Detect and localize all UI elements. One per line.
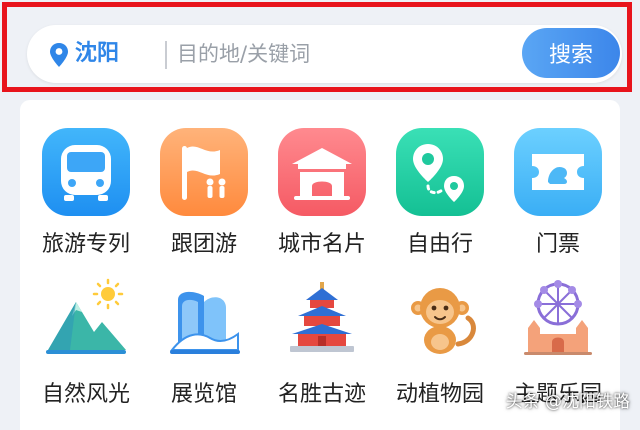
exhibition-building-icon	[169, 291, 240, 354]
route-pin-icon	[396, 128, 484, 216]
search-divider	[165, 41, 167, 69]
search-input[interactable]	[177, 37, 507, 71]
temple-icon	[290, 282, 354, 352]
category-panel: 旅游专列 跟团游 城市名片 自由行 门票 自然风光 展览馆 名胜古迹 动植物园 …	[20, 100, 620, 430]
flag-group-icon	[160, 128, 248, 216]
category-label: 门票	[535, 232, 580, 257]
monkey-icon	[411, 288, 476, 354]
search-button[interactable]: 搜索	[522, 28, 620, 78]
ferris-castle-icon	[524, 280, 592, 355]
city-selector[interactable]: 沈阳	[75, 37, 119, 71]
location-pin-icon	[50, 43, 68, 67]
search-bar[interactable]: 沈阳 搜索	[27, 25, 622, 83]
mountain-sun-icon	[46, 278, 126, 354]
train-icon	[42, 128, 130, 216]
watermark: 头条 @沈阳铁路	[505, 392, 630, 412]
ticket-icon	[514, 128, 602, 216]
city-gate-icon	[278, 128, 366, 216]
search-highlight-frame: 沈阳 搜索	[2, 2, 632, 92]
